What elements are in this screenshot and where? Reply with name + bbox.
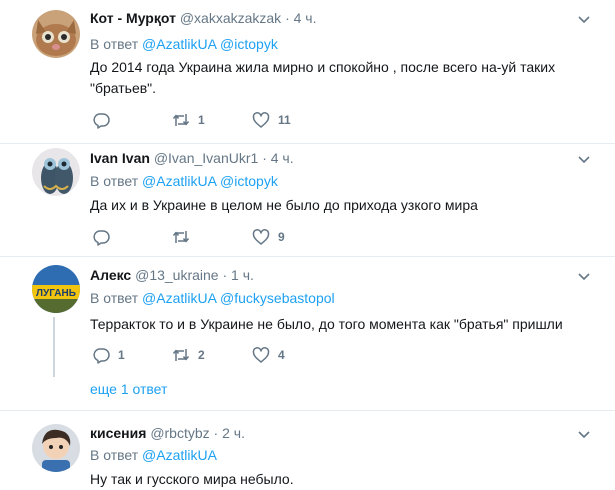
chevron-down-icon[interactable] <box>578 16 590 24</box>
tweet[interactable]: Кот - Мурқот @xakxakzakzak · 4 ч. В отве… <box>0 0 615 143</box>
avatar[interactable] <box>32 10 80 58</box>
retweet-button[interactable]: 2 <box>172 345 205 365</box>
tweet[interactable]: кисения @rbctybz · 2 ч. В ответ @Azatlik… <box>0 411 615 489</box>
avatar-sign-text: ЛУГАНЬ <box>36 288 76 299</box>
avatar[interactable]: ЛУГАНЬ <box>32 265 80 313</box>
chevron-down-icon[interactable] <box>578 431 590 439</box>
mention-link[interactable]: @AzatlikUA <box>142 173 216 189</box>
tweet-text: До 2014 года Украина жила мирно и спокой… <box>90 57 580 99</box>
reply-icon <box>93 113 110 129</box>
user-handle[interactable]: @rbctybz <box>150 425 209 441</box>
timestamp[interactable]: · 4 ч. <box>262 150 293 166</box>
reply-button[interactable] <box>92 227 118 247</box>
reply-button[interactable] <box>92 110 118 130</box>
retweet-count: 2 <box>198 348 205 362</box>
tweet-text: Терракток то и в Украине не было, до тог… <box>90 314 580 335</box>
mention-link[interactable]: @AzatlikUA <box>142 36 216 52</box>
like-count: 11 <box>278 113 291 127</box>
tweet-text-line: "братьев". <box>90 80 157 96</box>
retweet-count: 1 <box>198 113 205 127</box>
user-name[interactable]: кисения <box>90 425 146 441</box>
reply-label: В ответ <box>90 36 139 52</box>
tweet-header: Ivan Ivan @Ivan_IvanUkr1 · 4 ч. <box>90 150 294 166</box>
tweet-actions: 1 11 <box>90 110 490 130</box>
like-icon <box>252 112 270 128</box>
like-count: 4 <box>278 348 285 362</box>
timestamp[interactable]: · 4 ч. <box>285 10 316 26</box>
like-button[interactable]: 11 <box>252 110 291 130</box>
retweet-button[interactable]: 1 <box>172 110 205 130</box>
tweet-header: кисения @rbctybz · 2 ч. <box>90 425 245 441</box>
reply-label: В ответ <box>90 290 139 306</box>
like-count: 9 <box>278 230 285 244</box>
user-name[interactable]: Алекс <box>90 267 131 283</box>
show-more-replies-link[interactable]: еще 1 ответ <box>90 381 167 397</box>
tweet-text-line: Терракток то и в Украине не было, до тог… <box>90 316 563 332</box>
reply-button[interactable]: 1 <box>92 345 125 365</box>
reply-icon <box>93 230 110 246</box>
reply-context: В ответ @AzatlikUA @ictopyk <box>90 36 278 52</box>
thread-line <box>53 317 55 377</box>
user-handle[interactable]: @Ivan_IvanUkr1 <box>154 150 258 166</box>
retweet-icon <box>172 349 190 361</box>
user-handle[interactable]: @xakxakzakzak <box>180 10 281 26</box>
like-button[interactable]: 4 <box>252 345 285 365</box>
reply-context: В ответ @AzatlikUA @ictopyk <box>90 173 278 189</box>
reply-count: 1 <box>118 348 125 362</box>
like-button[interactable]: 9 <box>252 227 285 247</box>
user-name[interactable]: Ivan Ivan <box>90 150 150 166</box>
tweet[interactable]: Ivan Ivan @Ivan_IvanUkr1 · 4 ч. В ответ … <box>0 144 615 256</box>
tweet-actions: 9 <box>90 227 490 247</box>
chevron-down-icon[interactable] <box>578 273 590 281</box>
avatar[interactable] <box>32 148 80 196</box>
mention-link[interactable]: @ictopyk <box>220 173 278 189</box>
timestamp[interactable]: · 2 ч. <box>214 425 245 441</box>
timestamp[interactable]: · 1 ч. <box>223 267 254 283</box>
reply-label: В ответ <box>90 447 139 463</box>
tweet-text-line: Ну так и гусского мира небыло. <box>90 471 294 487</box>
reply-label: В ответ <box>90 173 139 189</box>
reply-context: В ответ @AzatlikUA <box>90 447 217 463</box>
reply-icon <box>93 348 110 364</box>
retweet-button[interactable] <box>172 227 198 247</box>
tweet-text: Да их и в Украине в целом не было до при… <box>90 195 580 216</box>
tweet-actions: 1 2 4 <box>90 345 490 365</box>
tweet-text-line: Да их и в Украине в целом не было до при… <box>90 197 478 213</box>
tweet-header: Кот - Мурқот @xakxakzakzak · 4 ч. <box>90 10 317 26</box>
reply-feed: Кот - Мурқот @xakxakzakzak · 4 ч. В отве… <box>0 0 615 489</box>
like-icon <box>252 347 270 363</box>
user-handle[interactable]: @13_ukraine <box>135 267 219 283</box>
retweet-icon <box>172 231 190 243</box>
retweet-icon <box>172 114 190 126</box>
mention-link[interactable]: @fuckysebastopol <box>220 290 335 306</box>
tweet-text-line: До 2014 года Украина жила мирно и спокой… <box>90 59 556 75</box>
mention-link[interactable]: @ictopyk <box>220 36 278 52</box>
mention-link[interactable]: @AzatlikUA <box>142 290 216 306</box>
like-icon <box>252 229 270 245</box>
tweet-text: Ну так и гусского мира небыло. <box>90 469 580 490</box>
avatar[interactable] <box>32 424 80 472</box>
user-name[interactable]: Кот - Мурқот <box>90 10 176 26</box>
reply-context: В ответ @AzatlikUA @fuckysebastopol <box>90 290 335 306</box>
tweet-header: Алекс @13_ukraine · 1 ч. <box>90 267 254 283</box>
chevron-down-icon[interactable] <box>578 156 590 164</box>
tweet[interactable]: ЛУГАНЬ Алекс @13_ukraine · 1 ч. В ответ … <box>0 257 615 410</box>
mention-link[interactable]: @AzatlikUA <box>142 447 217 463</box>
